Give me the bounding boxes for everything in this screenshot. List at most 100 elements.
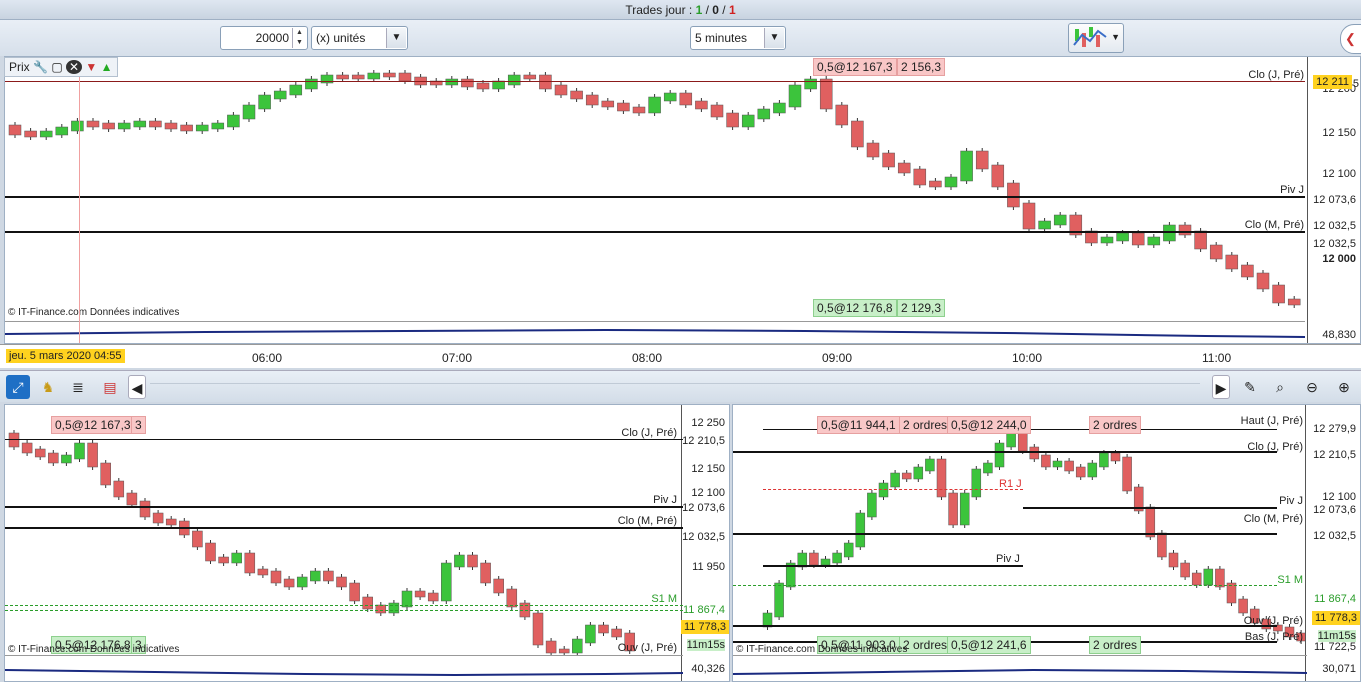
order-label[interactable]: 0,5@12 167,3 — [51, 416, 135, 434]
chart-type-button[interactable]: ▼ — [1068, 23, 1124, 53]
candle — [843, 542, 854, 558]
price-axis[interactable]: 12 250 12 210,5 12 150 12 100 12 073,6 1… — [680, 405, 729, 681]
arrow-down-icon[interactable]: ▼ — [85, 60, 97, 74]
chevron-down-icon[interactable]: ▼ — [764, 28, 784, 48]
left-chart[interactable]: 12 250 12 210,5 12 150 12 100 12 073,6 1… — [4, 404, 730, 682]
quantity-value: 20000 — [255, 31, 289, 45]
side-panel-button[interactable]: ❮ — [1340, 24, 1361, 54]
axis-tick: 12 150 — [1322, 127, 1356, 139]
order-label[interactable]: 2 ordres — [1089, 636, 1142, 654]
candle — [913, 168, 927, 186]
order-label[interactable]: 0,5@12 167,3 — [813, 58, 897, 76]
zoom-out-icon[interactable]: ⊖ — [1300, 375, 1324, 399]
scroll-right-icon[interactable]: ▶ — [1212, 375, 1230, 399]
candle — [1053, 214, 1067, 226]
s1-line[interactable] — [733, 585, 1277, 586]
zoom-in-icon[interactable]: ⊕ — [1332, 375, 1356, 399]
candle — [152, 512, 164, 524]
candle — [492, 80, 505, 90]
piv-j-line[interactable] — [5, 506, 683, 508]
units-value: (x) unités — [316, 31, 366, 45]
quantity-stepper[interactable]: 20000 ▲ ▼ — [220, 26, 308, 50]
scroll-left-icon[interactable]: ◀ — [128, 375, 146, 399]
trades-neutral: 0 — [712, 3, 719, 17]
s1-line[interactable] — [5, 610, 683, 611]
piv-j-line[interactable] — [1023, 507, 1277, 509]
candle — [205, 542, 216, 562]
time-tick: 06:00 — [252, 351, 283, 365]
candle — [1272, 284, 1285, 304]
candle — [480, 562, 491, 584]
timeframe-select[interactable]: 5 minutes ▼ — [690, 26, 786, 50]
clo-m-line[interactable] — [5, 231, 1305, 233]
indicator-subpane[interactable] — [733, 655, 1308, 681]
candle — [454, 554, 465, 568]
order-label[interactable]: 0,5@12 244,0 — [947, 416, 1031, 434]
order-label[interactable]: 2 156,3 — [897, 58, 946, 76]
bar-timer: 11m15s — [686, 639, 725, 651]
candle — [855, 512, 866, 548]
axis-tick: 12 250 — [691, 417, 725, 429]
order-label[interactable]: 2 ordres — [1089, 416, 1142, 434]
candle — [1110, 452, 1121, 462]
order-label[interactable]: 0,5@11 944,1 — [817, 416, 900, 434]
main-chart[interactable]: 12 200 12 150 12 100 12 073,6 12 032,5 1… — [4, 56, 1361, 344]
clo-j-line[interactable] — [5, 439, 683, 440]
r1-line[interactable] — [763, 489, 1023, 490]
s1-label: S1 M — [651, 593, 677, 605]
draw-icon[interactable]: ✎ — [1238, 375, 1262, 399]
candle — [8, 124, 22, 136]
order-label[interactable]: 0,5@12 241,6 — [947, 636, 1031, 654]
candle — [1100, 236, 1114, 244]
clo-j-line[interactable] — [5, 81, 1305, 82]
window-icon[interactable]: ▢ — [51, 60, 62, 74]
right-chart[interactable]: 12 279,9 12 210,5 12 100 12 073,6 12 032… — [732, 404, 1361, 682]
piv-j-line[interactable] — [5, 196, 1305, 198]
chevron-down-icon[interactable]: ▼ — [386, 28, 406, 48]
chevron-down-icon[interactable]: ▼ — [1111, 32, 1120, 42]
candle — [1087, 462, 1098, 478]
candle — [960, 150, 973, 182]
window-title: Trades jour : 1 / 0 / 1 — [0, 0, 1361, 20]
ouv-label: Ouv (J, Pré) — [1243, 615, 1303, 627]
order-label[interactable]: 2 ordres — [899, 416, 952, 434]
candle — [164, 122, 178, 130]
ouv-line[interactable] — [733, 625, 1277, 627]
candle — [1131, 232, 1145, 246]
copyright: © IT-Finance.com Données indicatives — [8, 307, 180, 318]
timeframe-value: 5 minutes — [695, 31, 748, 45]
zoom-fit-icon[interactable]: ⌕ — [1268, 375, 1292, 399]
order-label[interactable]: 0,5@12 176,8 — [813, 299, 897, 317]
order-label[interactable]: 2 129,3 — [897, 299, 946, 317]
time-tick: 09:00 — [822, 351, 853, 365]
axis-tick: 12 100 — [691, 487, 725, 499]
candle — [1075, 466, 1086, 478]
clo-m-line[interactable] — [733, 533, 1277, 535]
share-icon[interactable]: ⤢ — [6, 375, 30, 399]
layers-icon[interactable]: ▤ — [98, 375, 122, 399]
clo-m-line[interactable] — [5, 527, 683, 529]
title-sep: / — [702, 3, 713, 17]
close-icon[interactable]: ✕ — [66, 60, 83, 74]
list-icon[interactable]: ≣ — [66, 375, 90, 399]
time-axis[interactable]: jeu. 5 mars 2020 04:55 06:00 07:00 08:00… — [0, 344, 1361, 368]
piv-j-line[interactable] — [763, 565, 1023, 567]
clo-j-line[interactable] — [733, 451, 1277, 453]
clo-m-label: Clo (M, Pré) — [1243, 513, 1303, 525]
s1-line[interactable] — [5, 605, 683, 606]
units-select[interactable]: (x) unités ▼ — [311, 26, 408, 50]
indicator-subpane[interactable] — [5, 321, 1306, 343]
title-prefix: Trades jour : — [625, 3, 696, 17]
scrollbar-track[interactable] — [150, 383, 1200, 391]
price-axis[interactable]: 12 200 12 150 12 100 12 073,6 12 032,5 1… — [1307, 57, 1360, 343]
price-axis[interactable]: 12 279,9 12 210,5 12 100 12 073,6 12 032… — [1305, 405, 1360, 681]
candle — [617, 102, 630, 112]
order-label[interactable]: 3 — [131, 416, 146, 434]
clo-j-label: Clo (J, Pré) — [621, 427, 677, 439]
indicator-subpane[interactable] — [5, 655, 684, 681]
tool-icon[interactable]: ♞ — [36, 375, 60, 399]
axis-tick: 12 032,5 — [1313, 530, 1356, 542]
wrench-icon[interactable]: 🔧 — [33, 60, 48, 74]
stepper-arrows-icon[interactable]: ▲ ▼ — [292, 28, 306, 48]
arrow-up-icon[interactable]: ▲ — [101, 60, 113, 74]
